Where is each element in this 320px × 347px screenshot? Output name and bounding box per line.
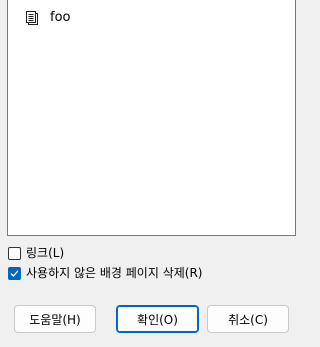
link-option[interactable]: 링크(L) bbox=[8, 244, 64, 262]
delete-unused-background-option[interactable]: 사용하지 않은 배경 페이지 삭제(R) bbox=[8, 264, 202, 282]
cancel-button[interactable]: 취소(C) bbox=[207, 305, 289, 333]
document-icon bbox=[25, 10, 41, 26]
ok-button[interactable]: 확인(O) bbox=[116, 305, 199, 333]
delete-unused-background-checkbox[interactable] bbox=[8, 266, 21, 280]
checkmark-icon bbox=[10, 269, 19, 277]
list-item[interactable]: foo bbox=[25, 9, 70, 27]
help-button[interactable]: 도움말(H) bbox=[14, 305, 96, 333]
page-listbox[interactable]: foo bbox=[7, 0, 296, 236]
list-item-label: foo bbox=[50, 10, 71, 25]
link-checkbox[interactable] bbox=[8, 246, 21, 260]
link-checkbox-label: 링크(L) bbox=[26, 246, 65, 260]
delete-unused-background-label: 사용하지 않은 배경 페이지 삭제(R) bbox=[26, 266, 203, 280]
